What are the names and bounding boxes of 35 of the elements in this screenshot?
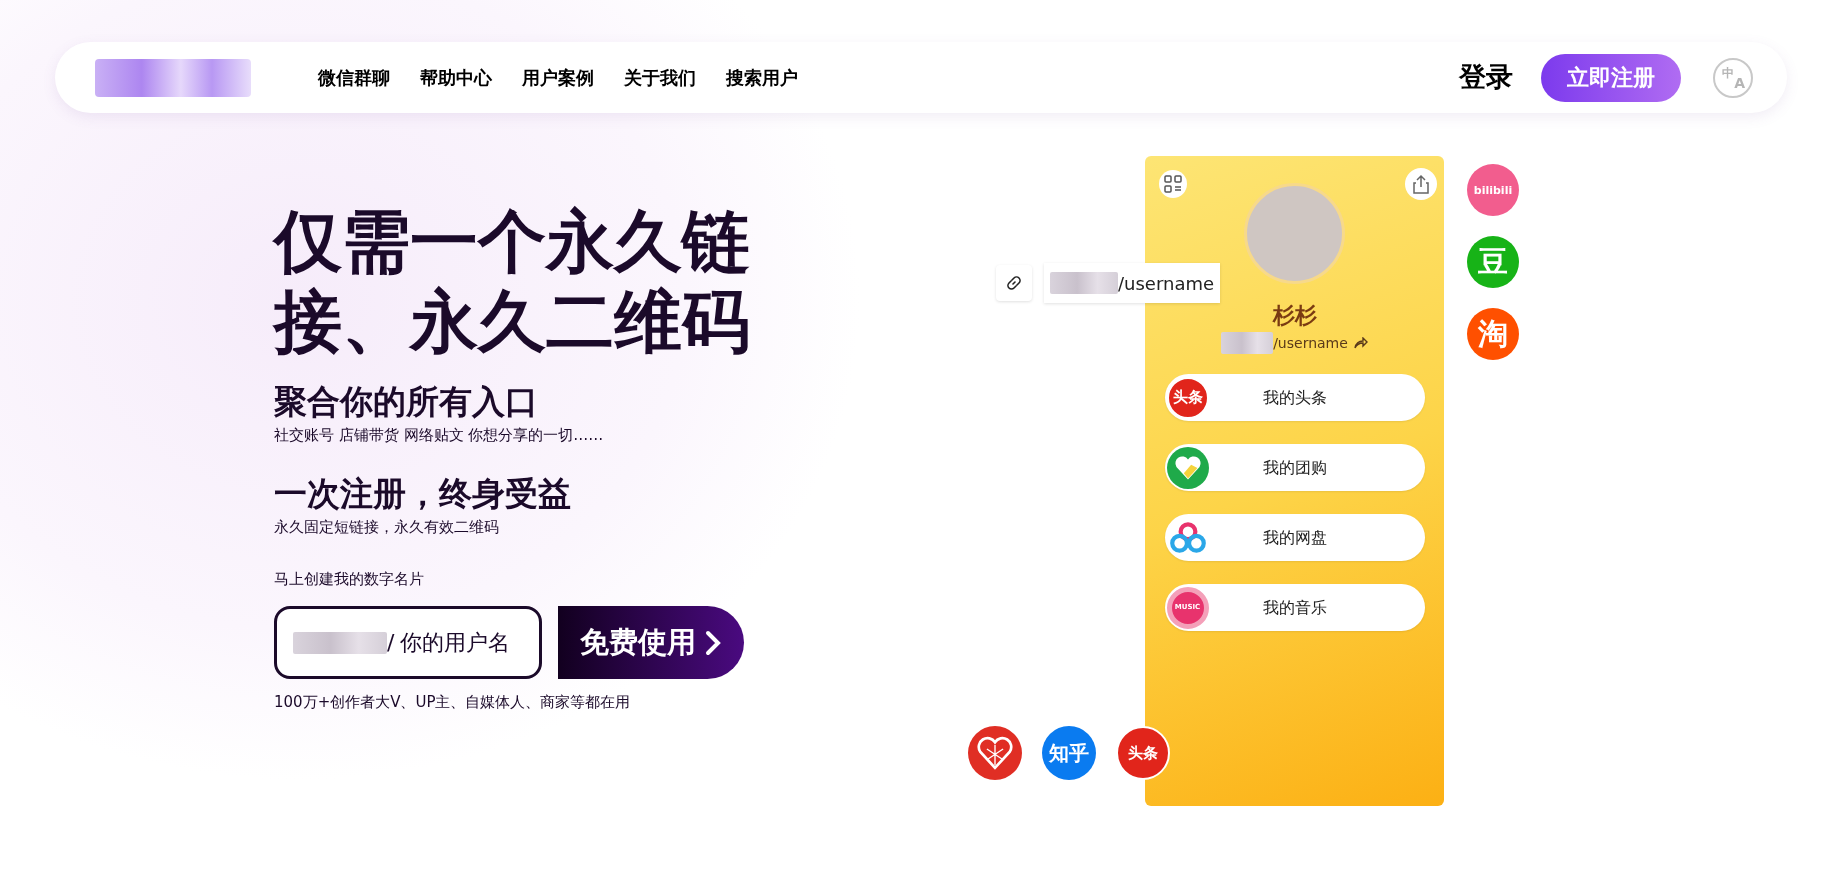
share-arrow-icon[interactable] bbox=[1353, 337, 1368, 349]
section-heading: 一次注册，终身受益 bbox=[274, 474, 572, 514]
profile-link-button[interactable]: 头条 我的头条 bbox=[1164, 374, 1425, 421]
profile-link-button[interactable]: 我的网盘 bbox=[1164, 514, 1425, 561]
toutiao-icon[interactable]: 头条 bbox=[1116, 726, 1170, 780]
register-button[interactable]: 立即注册 bbox=[1541, 53, 1681, 102]
login-link[interactable]: 登录 bbox=[1459, 57, 1513, 98]
free-use-button[interactable]: 免费使用 bbox=[558, 606, 744, 679]
chevron-right-icon bbox=[704, 629, 722, 656]
cta-label: 马上创建我的数字名片 bbox=[274, 569, 425, 590]
zhihu-icon[interactable]: 知乎 bbox=[1042, 726, 1096, 780]
qr-code-icon[interactable] bbox=[1159, 170, 1187, 198]
logo-placeholder[interactable] bbox=[95, 58, 251, 97]
nav-link[interactable]: 用户案例 bbox=[522, 64, 594, 91]
toutiao-icon[interactable]: 头条 bbox=[1166, 376, 1209, 419]
nav-link[interactable]: 搜索用户 bbox=[726, 64, 798, 91]
username-input[interactable]: 你的用户名 bbox=[400, 626, 531, 659]
nav-link[interactable]: 帮助中心 bbox=[420, 64, 492, 91]
nav-link[interactable]: 关于我们 bbox=[624, 64, 696, 91]
profile-url: /username bbox=[1273, 333, 1348, 353]
section-text: 永久固定短链接，永久有效二维码 bbox=[274, 517, 500, 538]
section-text: 社交账号 店铺带货 网络贴文 你想分享的一切…… bbox=[274, 425, 605, 446]
hero-title: 仅需一个永久链接、永久二维码 bbox=[274, 202, 751, 362]
share-icon[interactable] bbox=[1405, 168, 1437, 200]
link-chip-text: /username bbox=[1118, 271, 1215, 296]
domain-placeholder bbox=[1050, 272, 1118, 294]
separator-text: / bbox=[387, 629, 395, 657]
domain-placeholder bbox=[1221, 332, 1274, 354]
profile-link-button[interactable]: 我的团购 bbox=[1164, 444, 1425, 491]
section-heading: 聚合你的所有入口 bbox=[274, 382, 539, 422]
nav-link[interactable]: 微信群聊 bbox=[318, 64, 390, 91]
footnote-text: 100万+创作者大V、UP主、自媒体人、商家等都在用 bbox=[274, 692, 632, 713]
link-icon[interactable] bbox=[996, 265, 1032, 301]
username-field[interactable]: / 你的用户名 bbox=[274, 606, 542, 679]
profile-name: 杉杉 bbox=[1272, 302, 1317, 330]
